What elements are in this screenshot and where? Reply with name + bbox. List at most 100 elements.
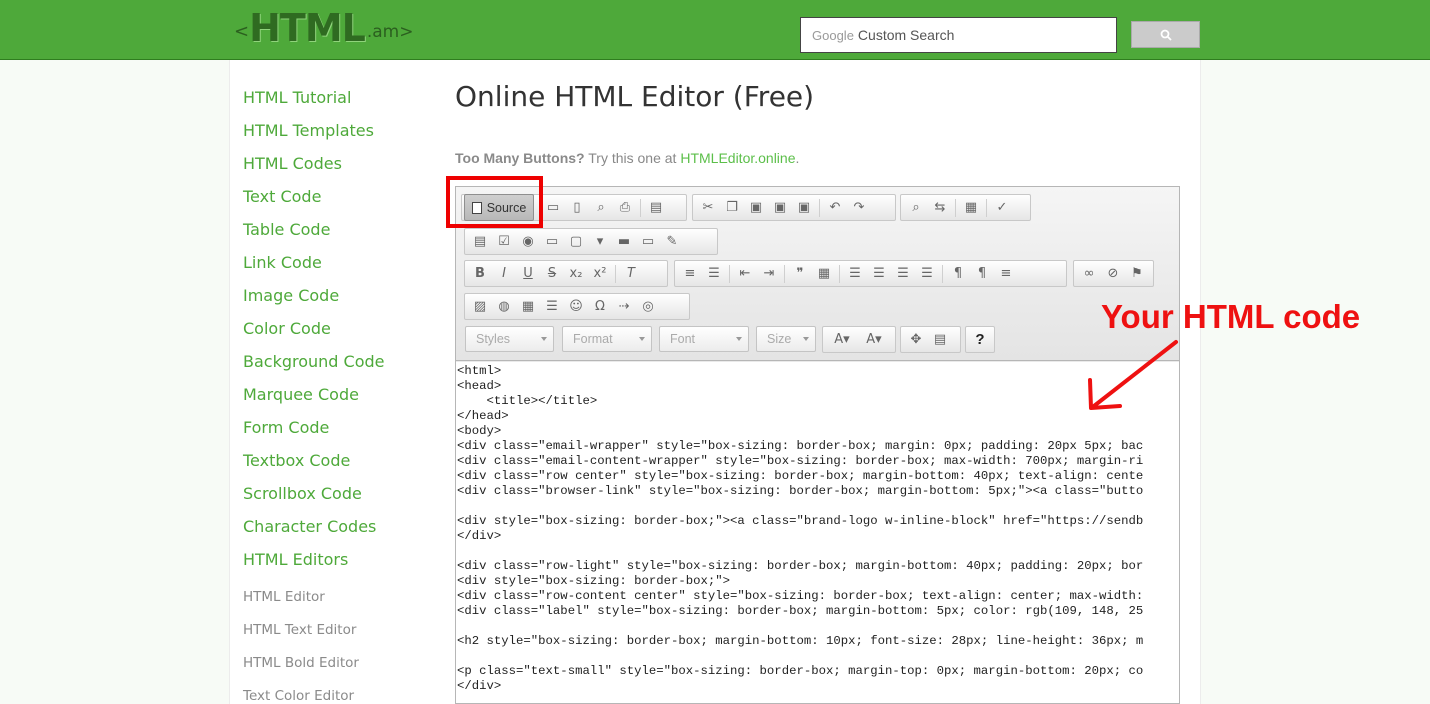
sidebar-subitem-html-editor[interactable]: HTML Editor xyxy=(243,585,443,618)
find-icon[interactable]: ⌕ xyxy=(904,197,928,219)
new-page-icon[interactable]: ▯ xyxy=(565,197,589,219)
sidebar-item-html-editors[interactable]: HTML Editors xyxy=(243,548,443,581)
sidebar-item-text-code[interactable]: Text Code xyxy=(243,185,443,218)
code-line: <p class="text-small" style="box-sizing:… xyxy=(457,664,1144,678)
bulleted-list-icon[interactable]: ☰ xyxy=(702,263,726,285)
size-select[interactable]: Size xyxy=(756,326,816,352)
sidebar-item-marquee-code[interactable]: Marquee Code xyxy=(243,383,443,416)
select-field-icon[interactable]: ▾ xyxy=(588,231,612,253)
sidebar-item-form-code[interactable]: Form Code xyxy=(243,416,443,449)
div-icon[interactable]: ▦ xyxy=(812,263,836,285)
link-icon[interactable]: ∞ xyxy=(1077,263,1101,285)
sidebar-item-textbox-code[interactable]: Textbox Code xyxy=(243,449,443,482)
page-break-icon[interactable]: ⇢ xyxy=(612,296,636,318)
chevron-down-icon xyxy=(639,337,645,341)
tip-link[interactable]: HTMLEditor.online xyxy=(680,150,795,166)
sidebar-item-scrollbox-code[interactable]: Scrollbox Code xyxy=(243,482,443,515)
sidebar-subitem-html-bold-editor[interactable]: HTML Bold Editor xyxy=(243,651,443,684)
horizontal-rule-icon[interactable]: ☰ xyxy=(540,296,564,318)
ltr-icon[interactable]: ¶ xyxy=(946,263,970,285)
size-label: Size xyxy=(767,332,792,346)
sidebar-item-html-templates[interactable]: HTML Templates xyxy=(243,119,443,152)
show-blocks-icon[interactable]: ▤ xyxy=(928,329,952,351)
replace-icon[interactable]: ⇆ xyxy=(928,197,952,219)
code-line: <body> xyxy=(457,424,502,438)
font-select[interactable]: Font xyxy=(659,326,749,352)
image-button-icon[interactable]: ▭ xyxy=(636,231,660,253)
hidden-field-icon[interactable]: ✎ xyxy=(660,231,684,253)
rtl-icon[interactable]: ¶ xyxy=(970,263,994,285)
italic-icon[interactable]: I xyxy=(492,263,516,285)
sidebar-item-table-code[interactable]: Table Code xyxy=(243,218,443,251)
image-icon[interactable]: ▨ xyxy=(468,296,492,318)
smiley-icon[interactable]: ☺ xyxy=(564,296,588,318)
sidebar-item-character-codes[interactable]: Character Codes xyxy=(243,515,443,548)
align-left-icon[interactable]: ☰ xyxy=(843,263,867,285)
search-input[interactable]: Google Custom Search xyxy=(800,17,1117,53)
indent-icon[interactable]: ⇥ xyxy=(757,263,781,285)
superscript-icon[interactable]: x² xyxy=(588,263,612,285)
align-center-icon[interactable]: ☰ xyxy=(867,263,891,285)
source-code-textarea[interactable]: <html> <head> <title></title> </head> <body… xyxy=(456,362,1179,703)
maximize-icon[interactable]: ✥ xyxy=(904,329,928,351)
align-right-icon[interactable]: ☰ xyxy=(891,263,915,285)
paste-icon[interactable]: ▣ xyxy=(744,197,768,219)
sidebar-subitem-text-color-editor[interactable]: Text Color Editor xyxy=(243,684,443,704)
special-char-icon[interactable]: Ω xyxy=(588,296,612,318)
flash-icon[interactable]: ◍ xyxy=(492,296,516,318)
justify-icon[interactable]: ☰ xyxy=(915,263,939,285)
textarea-icon[interactable]: ▢ xyxy=(564,231,588,253)
cut-icon[interactable]: ✂ xyxy=(696,197,720,219)
paste-text-icon[interactable]: ▣ xyxy=(768,197,792,219)
code-line: <div class="row center" style="box-sizin… xyxy=(457,469,1144,483)
search-button[interactable] xyxy=(1131,21,1200,48)
paste-word-icon[interactable]: ▣ xyxy=(792,197,816,219)
sidebar-item-html-tutorial[interactable]: HTML Tutorial xyxy=(243,86,443,119)
site-logo[interactable]: < HTML .am> xyxy=(234,8,414,48)
text-color-icon[interactable]: A▾ xyxy=(826,329,858,351)
help-button[interactable]: ? xyxy=(965,326,995,353)
search-placeholder: Custom Search xyxy=(857,27,955,43)
language-icon[interactable]: ≡ xyxy=(994,263,1018,285)
table-icon[interactable]: ▦ xyxy=(516,296,540,318)
sidebar-item-html-codes[interactable]: HTML Codes xyxy=(243,152,443,185)
unlink-icon[interactable]: ⊘ xyxy=(1101,263,1125,285)
form-icon[interactable]: ▤ xyxy=(468,231,492,253)
sidebar-subitem-html-text-editor[interactable]: HTML Text Editor xyxy=(243,618,443,651)
spellcheck-icon[interactable]: ✓ xyxy=(990,197,1014,219)
code-line: <head> xyxy=(457,379,502,393)
toolbar-group-forms: ▤ ☑ ◉ ▭ ▢ ▾ ▬ ▭ ✎ xyxy=(464,228,718,255)
templates-icon[interactable]: ▤ xyxy=(644,197,668,219)
redo-icon[interactable]: ↷ xyxy=(847,197,871,219)
sidebar-item-link-code[interactable]: Link Code xyxy=(243,251,443,284)
save-icon[interactable]: ▭ xyxy=(541,197,565,219)
iframe-globe-icon[interactable]: ◎ xyxy=(636,296,660,318)
styles-select[interactable]: Styles xyxy=(465,326,554,352)
underline-icon[interactable]: U xyxy=(516,263,540,285)
anchor-flag-icon[interactable]: ⚑ xyxy=(1125,263,1149,285)
sidebar-item-image-code[interactable]: Image Code xyxy=(243,284,443,317)
code-line: </div> xyxy=(457,529,502,543)
bg-color-icon[interactable]: A▾ xyxy=(858,329,890,351)
remove-format-icon[interactable]: T xyxy=(619,263,643,285)
button-field-icon[interactable]: ▬ xyxy=(612,231,636,253)
bold-icon[interactable]: B xyxy=(468,263,492,285)
sidebar-item-background-code[interactable]: Background Code xyxy=(243,350,443,383)
copy-icon[interactable]: ❐ xyxy=(720,197,744,219)
numbered-list-icon[interactable]: ≡ xyxy=(678,263,702,285)
checkbox-icon[interactable]: ☑ xyxy=(492,231,516,253)
preview-icon[interactable]: ⌕ xyxy=(589,197,613,219)
textfield-icon[interactable]: ▭ xyxy=(540,231,564,253)
format-select[interactable]: Format xyxy=(562,326,652,352)
outdent-icon[interactable]: ⇤ xyxy=(733,263,757,285)
select-all-icon[interactable]: ▦ xyxy=(959,197,983,219)
strike-icon[interactable]: S xyxy=(540,263,564,285)
print-icon[interactable]: ⎙ xyxy=(613,197,637,219)
sidebar-item-color-code[interactable]: Color Code xyxy=(243,317,443,350)
code-line: <div class="email-wrapper" style="box-si… xyxy=(457,439,1144,453)
subscript-icon[interactable]: x₂ xyxy=(564,263,588,285)
undo-icon[interactable]: ↶ xyxy=(823,197,847,219)
blockquote-icon[interactable]: ❞ xyxy=(788,263,812,285)
radio-icon[interactable]: ◉ xyxy=(516,231,540,253)
